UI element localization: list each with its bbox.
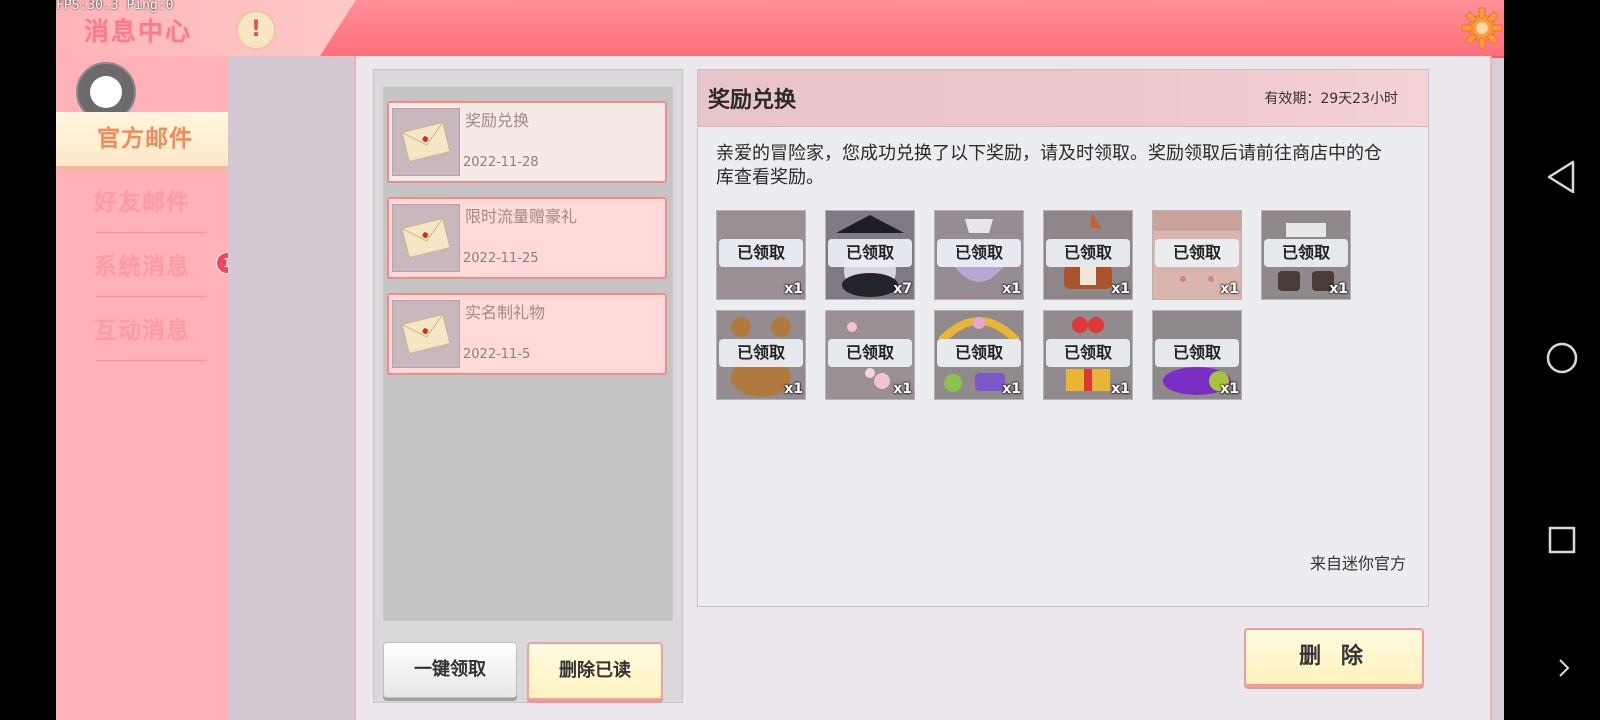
android-nav-bar xyxy=(1504,0,1600,720)
mail-list[interactable]: 奖励兑换 2022-11-28 限时流量赠豪礼 2022-11-25 实名制礼物… xyxy=(383,87,673,621)
mail-date: 2022-11-25 xyxy=(463,251,539,266)
recent-apps-icon[interactable] xyxy=(1548,526,1576,554)
reward-slot[interactable]: 已领取 x7 xyxy=(825,210,915,300)
reward-quantity: x1 xyxy=(893,381,912,397)
mail-item[interactable]: 奖励兑换 2022-11-28 xyxy=(387,101,667,183)
claimed-label: 已领取 xyxy=(719,239,803,267)
page-title: 消息中心 xyxy=(84,17,193,46)
reward-slot[interactable]: 已领取 x1 xyxy=(934,210,1024,300)
mail-message: 亲爱的冒险家，您成功兑换了以下奖励，请及时领取。奖励领取后请前往商店中的仓库查看… xyxy=(716,143,1382,188)
game-screen: 消息中心 ! FPS:30.3 Ping:0 官方邮件 好友邮件 系统消息 互动… xyxy=(56,0,1504,720)
envelope-icon xyxy=(401,217,451,259)
reward-quantity: x7 xyxy=(893,281,912,297)
reward-quantity: x1 xyxy=(784,381,803,397)
reward-quantity: x1 xyxy=(1002,381,1021,397)
detail-header: 奖励兑换 有效期：29天23小时 xyxy=(698,70,1428,127)
reward-quantity: x1 xyxy=(1111,381,1130,397)
category-sidebar: 官方邮件 好友邮件 系统消息 互动消息 xyxy=(56,56,234,720)
reward-slot[interactable]: 已领取 x1 xyxy=(1152,310,1242,400)
sender-text: 来自迷你官方 xyxy=(1309,554,1406,573)
reward-grid: 已领取 x1 已领取 x7 已领取 x1 已领取 x1 已领取 x1 已领取 x… xyxy=(716,210,1376,410)
mail-thumbnail xyxy=(392,300,460,368)
claimed-label: 已领取 xyxy=(1155,339,1239,367)
reward-slot[interactable]: 已领取 x1 xyxy=(1043,210,1133,300)
mail-item[interactable]: 限时流量赠豪礼 2022-11-25 xyxy=(387,197,667,279)
mail-detail: 奖励兑换 有效期：29天23小时 亲爱的冒险家，您成功兑换了以下奖励，请及时领取… xyxy=(697,69,1429,607)
tab-system-messages[interactable]: 系统消息 xyxy=(56,240,228,294)
gear-icon[interactable] xyxy=(1460,6,1504,50)
reward-quantity: x1 xyxy=(1002,281,1021,297)
claimed-label: 已领取 xyxy=(1155,239,1239,267)
top-bar: 消息中心 ! FPS:30.3 Ping:0 xyxy=(56,0,1504,58)
divider xyxy=(96,232,206,233)
mail-item[interactable]: 实名制礼物 2022-11-5 xyxy=(387,293,667,375)
mail-thumbnail xyxy=(392,204,460,272)
mail-panel: 奖励兑换 2022-11-28 限时流量赠豪礼 2022-11-25 实名制礼物… xyxy=(354,56,1492,720)
envelope-icon xyxy=(401,313,451,355)
mail-date: 2022-11-5 xyxy=(463,347,531,362)
home-icon[interactable] xyxy=(1546,342,1578,374)
reward-slot[interactable]: 已领取 x1 xyxy=(825,310,915,400)
claimed-label: 已领取 xyxy=(719,339,803,367)
reward-slot[interactable]: 已领取 x1 xyxy=(934,310,1024,400)
chevron-right-icon[interactable] xyxy=(1556,658,1572,678)
claimed-label: 已领取 xyxy=(828,339,912,367)
reward-slot[interactable]: 已领取 x1 xyxy=(716,210,806,300)
mail-title: 实名制礼物 xyxy=(465,303,546,322)
claimed-label: 已领取 xyxy=(1046,239,1130,267)
claim-all-button[interactable]: 一键领取 xyxy=(383,642,517,698)
claimed-label: 已领取 xyxy=(1264,239,1348,267)
detail-title: 奖励兑换 xyxy=(708,88,797,113)
tab-interaction-messages[interactable]: 互动消息 xyxy=(56,304,228,358)
claimed-label: 已领取 xyxy=(1046,339,1130,367)
validity-text: 有效期：29天23小时 xyxy=(1264,91,1398,107)
mail-title: 限时流量赠豪礼 xyxy=(465,207,578,226)
reward-slot[interactable]: 已领取 x1 xyxy=(1152,210,1242,300)
tab-official-mail[interactable]: 官方邮件 xyxy=(56,112,234,171)
reward-quantity: x1 xyxy=(1329,281,1348,297)
delete-read-button[interactable]: 删除已读 xyxy=(527,642,663,700)
tab-friend-mail[interactable]: 好友邮件 xyxy=(56,176,228,230)
delete-button[interactable]: 删 除 xyxy=(1244,628,1424,686)
mail-list-frame: 奖励兑换 2022-11-28 限时流量赠豪礼 2022-11-25 实名制礼物… xyxy=(373,69,683,703)
mail-title: 奖励兑换 xyxy=(465,111,530,130)
reward-slot[interactable]: 已领取 x1 xyxy=(1261,210,1351,300)
divider xyxy=(96,360,206,361)
mail-date: 2022-11-28 xyxy=(463,155,539,170)
claimed-label: 已领取 xyxy=(937,339,1021,367)
reward-slot[interactable]: 已领取 x1 xyxy=(716,310,806,400)
claimed-label: 已领取 xyxy=(937,239,1021,267)
reward-quantity: x1 xyxy=(784,281,803,297)
reward-quantity: x1 xyxy=(1220,281,1239,297)
reward-slot[interactable]: 已领取 x1 xyxy=(1043,310,1133,400)
back-icon[interactable] xyxy=(1546,160,1576,194)
mail-thumbnail xyxy=(392,108,460,176)
fps-readout: FPS:30.3 Ping:0 xyxy=(56,0,174,13)
claimed-label: 已领取 xyxy=(828,239,912,267)
envelope-icon xyxy=(401,121,451,163)
divider xyxy=(96,296,206,297)
warning-icon[interactable]: ! xyxy=(236,10,276,50)
reward-quantity: x1 xyxy=(1111,281,1130,297)
reward-quantity: x1 xyxy=(1220,381,1239,397)
background-strip xyxy=(228,56,354,720)
